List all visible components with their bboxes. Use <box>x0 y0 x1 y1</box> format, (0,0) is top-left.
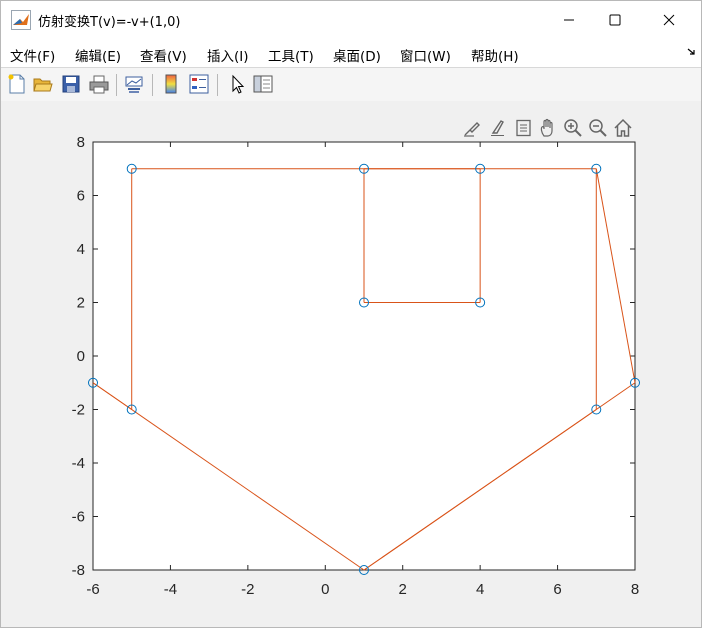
y-tick-label: -4 <box>72 455 85 472</box>
y-tick-label: 8 <box>77 134 85 151</box>
y-tick-label: 2 <box>77 295 85 312</box>
x-tick-label: -6 <box>86 581 99 598</box>
x-tick-label: 8 <box>631 581 639 598</box>
x-tick-label: -4 <box>164 581 177 598</box>
axes-plot[interactable]: -6 -4 -2 0 2 4 6 8-8-6-4-202468 <box>1 1 701 627</box>
x-tick-label: 6 <box>553 581 561 598</box>
y-tick-label: 6 <box>77 188 85 205</box>
y-tick-label: 0 <box>77 348 85 365</box>
x-tick-label: -2 <box>241 581 254 598</box>
x-tick-label: 2 <box>399 581 407 598</box>
y-tick-label: -2 <box>72 402 85 419</box>
y-tick-label: -6 <box>72 509 85 526</box>
x-tick-label: 4 <box>476 581 484 598</box>
x-tick-label: 0 <box>321 581 329 598</box>
figure-window: 仿射变换T(v)=-v+(1,0) 文件(F) 编辑(E) 查看(V) 插入(I… <box>0 0 702 628</box>
y-tick-label: -8 <box>72 562 85 579</box>
y-tick-label: 4 <box>77 241 85 258</box>
